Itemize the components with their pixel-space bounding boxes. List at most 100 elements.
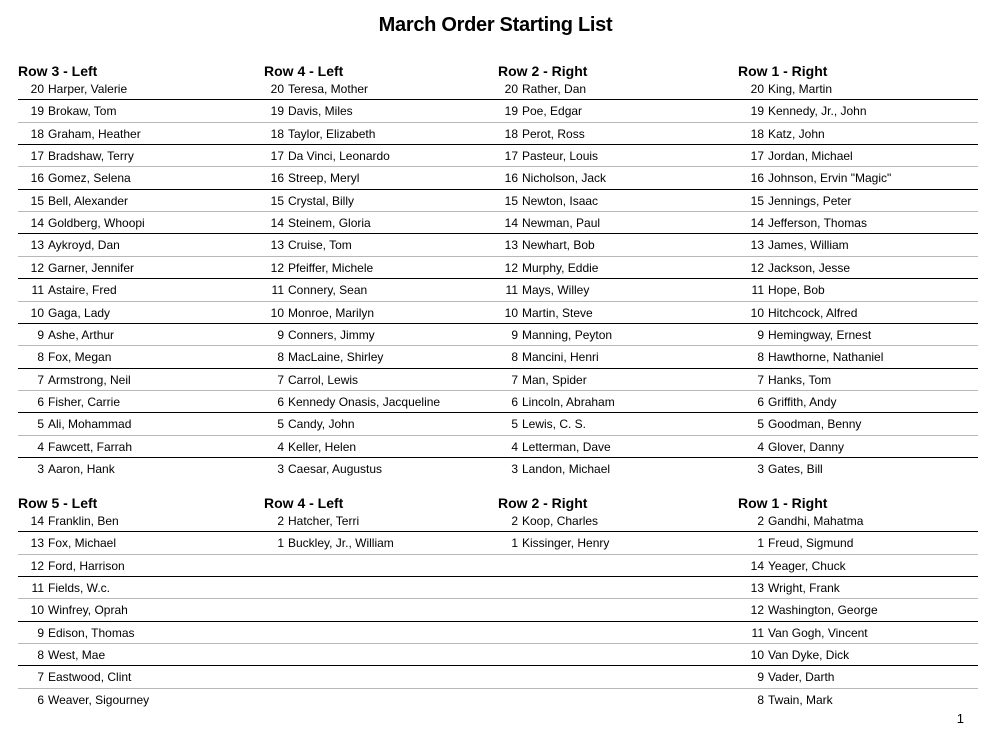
row-divider (18, 531, 978, 532)
person-name: Pfeiffer, Michele (288, 260, 374, 275)
person-name: Glover, Danny (768, 439, 845, 454)
list-item: 18 Taylor, Elizabeth (264, 123, 484, 145)
position-number: 13 (504, 238, 518, 253)
position-number: 16 (504, 171, 518, 186)
position-number: 2 (511, 514, 518, 528)
position-number: 15 (270, 193, 284, 208)
list-item: 12 Pfeiffer, Michele (264, 257, 484, 279)
list-item: 4 Keller, Helen (264, 436, 484, 458)
position-number: 6 (37, 394, 44, 409)
person-name: Lewis, C. S. (522, 417, 587, 432)
person-name: Poe, Edgar (522, 104, 583, 119)
position-number: 1 (511, 536, 518, 551)
person-name: Cruise, Tom (288, 238, 352, 253)
column-heading: Row 1 - Right (738, 495, 828, 511)
row-divider (18, 211, 978, 212)
position-number: 10 (750, 305, 764, 320)
list-item: 14 Steinem, Gloria (264, 212, 484, 234)
person-name: Manning, Peyton (522, 327, 613, 342)
list-item: 13 Aykroyd, Dan (18, 234, 238, 256)
column-heading: Row 2 - Right (498, 495, 588, 511)
list-item: 11 Mays, Willey (498, 279, 718, 301)
list-item: 7 Hanks, Tom (738, 369, 958, 391)
person-name: Rather, Dan (522, 82, 587, 96)
person-name: Jennings, Peter (768, 193, 852, 208)
row-divider (18, 345, 978, 346)
person-name: Man, Spider (522, 372, 587, 387)
position-number: 17 (750, 149, 764, 164)
list-item: 7 Carrol, Lewis (264, 369, 484, 391)
list-item: 2 Koop, Charles (498, 510, 718, 532)
list-item: 19 Poe, Edgar (498, 100, 718, 122)
position-number: 8 (277, 350, 284, 365)
list-item: 9 Edison, Thomas (18, 622, 238, 644)
list-item: 12 Ford, Harrison (18, 555, 238, 577)
position-number: 10 (504, 305, 518, 320)
position-number: 7 (37, 670, 44, 685)
list-item: 8 Twain, Mark (738, 689, 958, 711)
person-name: Keller, Helen (288, 439, 357, 454)
person-name: Newman, Paul (522, 216, 601, 231)
position-number: 16 (30, 171, 44, 186)
person-name: Garner, Jennifer (48, 260, 135, 275)
person-name: Davis, Miles (288, 104, 353, 119)
person-name: Caesar, Augustus (288, 461, 383, 476)
position-number: 3 (757, 461, 764, 476)
person-name: Ford, Harrison (48, 558, 125, 573)
list-item: 20 Teresa, Mother (264, 78, 484, 100)
list-item: 11 Connery, Sean (264, 279, 484, 301)
person-name: Fawcett, Farrah (48, 439, 133, 454)
position-number: 13 (30, 238, 44, 253)
position-number: 18 (504, 126, 518, 141)
position-number: 5 (511, 417, 518, 432)
position-number: 7 (277, 372, 284, 387)
position-number: 16 (270, 171, 284, 186)
list-item: 3 Gates, Bill (738, 458, 958, 480)
position-number: 11 (31, 283, 44, 298)
list-item: 5 Lewis, C. S. (498, 413, 718, 435)
row-divider (18, 621, 978, 622)
person-name: West, Mae (48, 648, 106, 663)
position-number: 14 (504, 216, 518, 231)
position-number: 2 (757, 514, 764, 528)
column-heading: Row 4 - Left (264, 495, 344, 511)
list-item: 11 Van Gogh, Vincent (738, 622, 958, 644)
position-number: 19 (30, 104, 44, 119)
person-name: Ashe, Arthur (48, 327, 115, 342)
list-item: 15 Jennings, Peter (738, 190, 958, 212)
row-divider (18, 323, 978, 324)
position-number: 15 (30, 193, 44, 208)
position-number: 8 (757, 692, 764, 707)
person-name: Wright, Frank (768, 581, 840, 596)
person-name: Hemingway, Ernest (768, 327, 872, 342)
position-number: 13 (30, 536, 44, 551)
position-number: 1 (757, 536, 764, 551)
list-item: 8 Fox, Megan (18, 346, 238, 368)
person-name: Aaron, Hank (48, 461, 115, 476)
page-title: March Order Starting List (378, 14, 613, 36)
person-name: Conners, Jimmy (288, 327, 375, 342)
person-name: MacLaine, Shirley (288, 350, 384, 365)
person-name: Carrol, Lewis (288, 372, 359, 387)
row-divider (18, 99, 978, 100)
row-divider (18, 189, 978, 190)
list-item: 7 Armstrong, Neil (18, 369, 238, 391)
position-number: 20 (504, 82, 518, 96)
list-item: 11 Astaire, Fred (18, 279, 238, 301)
list-item: 13 James, William (738, 234, 958, 256)
position-number: 4 (757, 439, 764, 454)
list-item: 1 Freud, Sigmund (738, 532, 958, 554)
position-number: 7 (757, 372, 764, 387)
person-name: Fox, Megan (48, 350, 112, 365)
person-name: Griffith, Andy (768, 394, 837, 409)
list-item: 1 Buckley, Jr., William (264, 532, 484, 554)
list-item: 13 Fox, Michael (18, 532, 238, 554)
position-number: 19 (270, 104, 284, 119)
person-name: Pasteur, Louis (522, 149, 599, 164)
list-item: 19 Kennedy, Jr., John (738, 100, 958, 122)
list-item: 19 Brokaw, Tom (18, 100, 238, 122)
person-name: Kennedy Onasis, Jacqueline (288, 394, 441, 409)
list-item: 14 Goldberg, Whoopi (18, 212, 238, 234)
column-heading: Row 2 - Right (498, 63, 588, 79)
position-number: 12 (30, 260, 44, 275)
